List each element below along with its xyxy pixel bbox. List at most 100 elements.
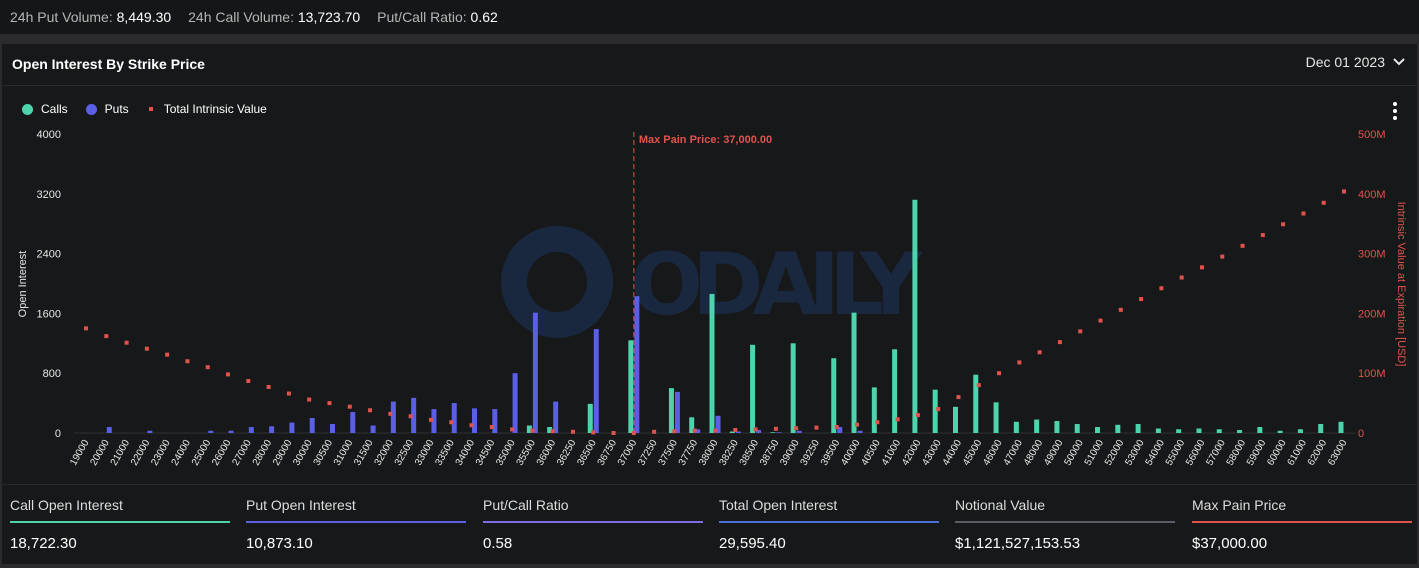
intrinsic-point: [814, 425, 819, 430]
y-right-tick-label: 400M: [1358, 189, 1386, 201]
metric-underline: [483, 521, 703, 523]
intrinsic-point: [1199, 265, 1204, 270]
call-volume-value: 13,723.70: [297, 9, 361, 25]
intrinsic-point: [794, 426, 799, 431]
intrinsic-point: [185, 359, 190, 364]
open-interest-panel: Open Interest By Strike Price Dec 01 202…: [2, 44, 1417, 564]
intrinsic-point: [1037, 350, 1042, 355]
metric-value: $37,000.00: [1192, 535, 1268, 552]
intrinsic-point: [307, 397, 312, 402]
chart-legend: Calls Puts Total Intrinsic Value: [22, 102, 285, 116]
intrinsic-point: [1017, 360, 1022, 365]
call-bar: [628, 340, 634, 433]
intrinsic-point: [834, 425, 839, 430]
intrinsic-point: [428, 417, 433, 422]
put-call-ratio-label: Put/Call Ratio:: [377, 9, 467, 25]
intrinsic-point: [936, 407, 941, 412]
intrinsic-point: [591, 430, 596, 435]
intrinsic-point: [855, 422, 860, 427]
intrinsic-point: [1118, 307, 1123, 312]
call-bar: [1297, 429, 1303, 433]
intrinsic-point: [469, 423, 474, 428]
legend-puts[interactable]: Puts: [85, 102, 129, 116]
put-call-ratio-stat: Put/Call Ratio: 0.62: [377, 9, 498, 25]
call-bar: [1257, 427, 1263, 433]
intrinsic-point: [915, 413, 920, 418]
metric-label: Call Open Interest: [10, 497, 123, 513]
y-right-tick-label: 0: [1358, 428, 1364, 440]
put-bar: [289, 422, 295, 433]
metric-total-open-interest: Total Open Interest 29,595.40: [719, 497, 939, 552]
call-bar: [709, 293, 715, 433]
call-bar: [831, 358, 837, 433]
chart-menu-button[interactable]: [1389, 102, 1401, 120]
y-tick-label: 800: [43, 368, 61, 380]
intrinsic-point: [226, 372, 231, 377]
intrinsic-point: [773, 426, 778, 431]
legend-intrinsic[interactable]: Total Intrinsic Value: [147, 102, 267, 116]
metric-label: Put Open Interest: [246, 497, 356, 513]
put-bar: [472, 408, 478, 433]
intrinsic-point: [1139, 297, 1144, 302]
put-bar: [309, 418, 315, 433]
intrinsic-point: [530, 428, 535, 433]
metric-underline: [10, 521, 230, 523]
intrinsic-point: [652, 429, 657, 434]
y-tick-label: 2400: [37, 249, 61, 261]
metrics-row: Call Open Interest 18,722.30 Put Open In…: [2, 484, 1417, 564]
metric-value: 29,595.40: [719, 535, 786, 552]
legend-puts-label: Puts: [104, 102, 129, 116]
intrinsic-point: [1342, 189, 1346, 194]
intrinsic-point: [875, 420, 880, 425]
intrinsic-point: [895, 417, 900, 422]
call-bar: [587, 403, 593, 433]
call-bar: [993, 402, 999, 433]
call-bar: [1237, 430, 1243, 433]
intrinsic-point: [510, 427, 515, 432]
put-bar: [390, 401, 396, 433]
legend-calls-label: Calls: [41, 102, 68, 116]
call-bar: [1196, 428, 1202, 433]
legend-puts-swatch: [85, 103, 97, 115]
legend-calls[interactable]: Calls: [22, 102, 68, 116]
y-tick-label: 1600: [37, 308, 61, 320]
watermark-circle-inner: [527, 252, 587, 312]
intrinsic-point: [246, 378, 251, 383]
intrinsic-point: [1220, 254, 1225, 259]
put-bar: [106, 427, 112, 433]
menu-dot: [1393, 109, 1397, 113]
call-bar: [1115, 424, 1121, 433]
metric-value: 18,722.30: [10, 535, 77, 552]
watermark-text: ODAILY: [630, 235, 924, 335]
intrinsic-point: [104, 334, 109, 339]
intrinsic-point: [733, 428, 738, 433]
y-right-tick-label: 100M: [1358, 368, 1386, 380]
metric-label: Total Open Interest: [719, 497, 838, 513]
intrinsic-point: [1159, 286, 1164, 291]
put-bar: [269, 426, 275, 433]
intrinsic-point: [672, 429, 677, 434]
intrinsic-point: [997, 371, 1002, 376]
put-bar: [674, 391, 680, 433]
call-bar: [851, 312, 857, 433]
put-bar: [248, 427, 254, 433]
put-bar: [553, 401, 559, 433]
metric-value: $1,121,527,153.53: [955, 535, 1081, 552]
call-bar: [1216, 429, 1222, 433]
intrinsic-point: [489, 425, 494, 430]
intrinsic-point: [713, 428, 717, 433]
metric-label: Max Pain Price: [1192, 497, 1287, 513]
call-bar: [932, 389, 938, 433]
metric-value: 0.58: [483, 535, 513, 552]
put-bar: [492, 409, 498, 433]
call-bar: [1176, 429, 1182, 433]
intrinsic-point: [388, 411, 393, 416]
intrinsic-point: [327, 401, 332, 406]
intrinsic-point: [144, 346, 149, 351]
put-volume-stat: 24h Put Volume: 8,449.30: [10, 9, 171, 25]
put-volume-label: 24h Put Volume:: [10, 9, 113, 25]
put-bar: [776, 432, 782, 433]
call-volume-label: 24h Call Volume:: [188, 9, 294, 25]
metric-label: Put/Call Ratio: [483, 497, 569, 513]
y-right-tick-label: 200M: [1358, 308, 1386, 320]
